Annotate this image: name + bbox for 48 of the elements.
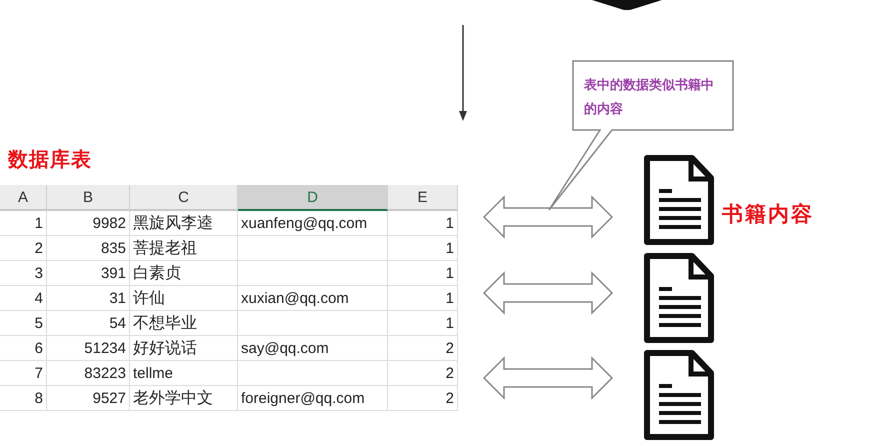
table-cell: 31 [47,286,130,311]
table-cell: xuanfeng@qq.com [238,211,388,236]
table-cell: 9527 [47,386,130,411]
table-cell: 白素贞 [130,261,238,286]
table-cell: 4 [0,286,47,311]
table-cell: 51234 [47,336,130,361]
table-cell: 2 [388,336,458,361]
table-cell: 9982 [47,211,130,236]
table-title: 数据库表 [8,146,92,173]
column-header[interactable]: E [388,185,458,211]
table-cell: 1 [388,211,458,236]
table-cell: 2 [388,386,458,411]
table-cell: 835 [47,236,130,261]
table-cell: 6 [0,336,47,361]
column-header[interactable]: D [238,185,388,211]
callout-text: 表中的数据类似书籍中的内容 [584,77,715,119]
document-icon [644,155,714,245]
table-cell: tellme [130,361,238,386]
table-cell: 1 [0,211,47,236]
document-icon [644,253,714,343]
table-cell: 许仙 [130,286,238,311]
table-cell: 1 [388,286,458,311]
book-label: 书籍内容 [722,201,814,228]
table-cell: 1 [388,236,458,261]
table-cell: 不想毕业 [130,311,238,336]
table-cell: 好好说话 [130,336,238,361]
table-cell: 2 [388,361,458,386]
table-cell: 7 [0,361,47,386]
table-cell: 5 [0,311,47,336]
table-cell: 54 [47,311,130,336]
table-cell: 老外学中文 [130,386,238,411]
table-cell: 83223 [47,361,130,386]
column-header[interactable]: C [130,185,238,211]
table-cell: 1 [388,311,458,336]
column-header[interactable]: B [47,185,130,211]
table-cell: 8 [0,386,47,411]
table-cell: xuxian@qq.com [238,286,388,311]
chevron-shape [592,0,662,10]
table-cell: 2 [0,236,47,261]
table-cell: 1 [388,261,458,286]
table-cell: 菩提老祖 [130,236,238,261]
table-cell: 黑旋风李逵 [130,211,238,236]
table-cell: foreigner@qq.com [238,386,388,411]
table-cell: 391 [47,261,130,286]
table-cell: say@qq.com [238,336,388,361]
document-icon [644,350,714,440]
table-cell: 3 [0,261,47,286]
column-header[interactable]: A [0,185,47,211]
